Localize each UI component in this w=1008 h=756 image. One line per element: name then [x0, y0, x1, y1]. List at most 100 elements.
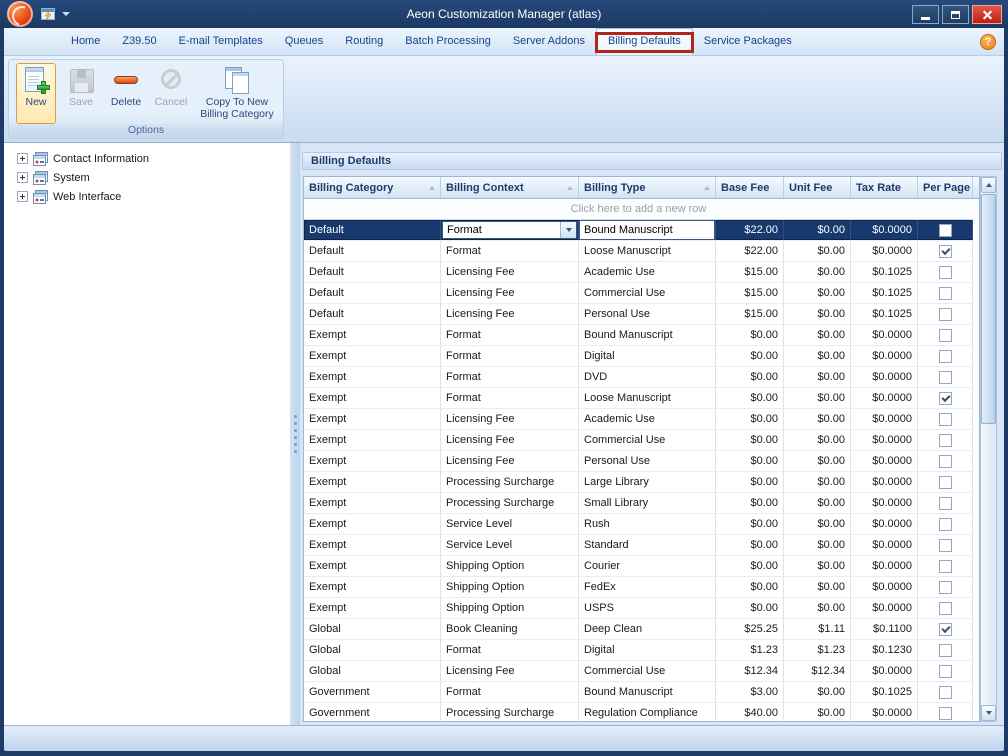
- cell-billing-context[interactable]: Licensing Fee: [441, 409, 579, 429]
- cell-billing-context[interactable]: Service Level: [441, 514, 579, 534]
- per-page-checkbox[interactable]: [939, 329, 952, 342]
- cell-billing-context[interactable]: Format: [441, 367, 579, 387]
- tab-home[interactable]: Home: [60, 28, 111, 55]
- per-page-checkbox[interactable]: [939, 623, 952, 636]
- cell-billing-category[interactable]: Government: [304, 703, 441, 722]
- cell-billing-type[interactable]: Personal Use: [579, 451, 716, 471]
- per-page-checkbox[interactable]: [939, 266, 952, 279]
- cell-billing-type[interactable]: FedEx: [579, 577, 716, 597]
- cell-tax-rate[interactable]: $0.0000: [851, 346, 918, 366]
- per-page-checkbox[interactable]: [939, 644, 952, 657]
- grid-add-new-row[interactable]: Click here to add a new row: [304, 199, 973, 220]
- cell-unit-fee[interactable]: $0.00: [784, 304, 851, 324]
- cell-billing-type[interactable]: Bound Manuscript: [579, 682, 716, 702]
- cell-billing-context[interactable]: Format: [441, 682, 579, 702]
- billing-context-combobox[interactable]: Format: [442, 221, 577, 239]
- per-page-checkbox[interactable]: [939, 350, 952, 363]
- qat-dropdown-icon[interactable]: [62, 12, 70, 16]
- cell-billing-category[interactable]: Default: [304, 220, 441, 240]
- cell-unit-fee[interactable]: $0.00: [784, 682, 851, 702]
- cell-billing-category[interactable]: Exempt: [304, 409, 441, 429]
- cell-billing-type[interactable]: Bound Manuscript: [579, 220, 716, 240]
- cell-unit-fee[interactable]: $0.00: [784, 367, 851, 387]
- vertical-scrollbar[interactable]: [980, 176, 997, 722]
- cell-billing-category[interactable]: Exempt: [304, 367, 441, 387]
- cell-billing-type[interactable]: DVD: [579, 367, 716, 387]
- cell-billing-category[interactable]: Default: [304, 283, 441, 303]
- table-row[interactable]: ExemptFormatDigital$0.00$0.00$0.0000: [304, 346, 973, 367]
- tree-item-web-interface[interactable]: Web Interface: [4, 187, 290, 206]
- cell-tax-rate[interactable]: $0.0000: [851, 535, 918, 555]
- cell-base-fee[interactable]: $0.00: [716, 346, 784, 366]
- table-row[interactable]: DefaultFormatBound Manuscript$22.00$0.00…: [304, 220, 973, 241]
- cell-billing-category[interactable]: Exempt: [304, 535, 441, 555]
- cell-tax-rate[interactable]: $0.0000: [851, 472, 918, 492]
- cell-billing-context[interactable]: Format: [441, 346, 579, 366]
- tab-service-packages[interactable]: Service Packages: [693, 28, 803, 55]
- cell-base-fee[interactable]: $0.00: [716, 367, 784, 387]
- cell-tax-rate[interactable]: $0.0000: [851, 493, 918, 513]
- column-header-unit-fee[interactable]: Unit Fee: [784, 177, 851, 198]
- table-row[interactable]: GovernmentProcessing SurchargeRegulation…: [304, 703, 973, 722]
- table-row[interactable]: GlobalFormatDigital$1.23$1.23$0.1230: [304, 640, 973, 661]
- cell-billing-type[interactable]: Loose Manuscript: [579, 241, 716, 261]
- cell-billing-category[interactable]: Exempt: [304, 493, 441, 513]
- cell-billing-context[interactable]: Format: [441, 640, 579, 660]
- new-button[interactable]: New: [16, 63, 56, 124]
- cell-per-page[interactable]: [918, 409, 973, 429]
- copy-to-new-billing-category-button[interactable]: Copy To New Billing Category: [196, 63, 278, 124]
- per-page-checkbox[interactable]: [939, 665, 952, 678]
- cell-per-page[interactable]: [918, 346, 973, 366]
- cell-base-fee[interactable]: $0.00: [716, 430, 784, 450]
- expand-plus-icon[interactable]: [17, 172, 28, 183]
- cell-base-fee[interactable]: $3.00: [716, 682, 784, 702]
- cell-billing-type[interactable]: Regulation Compliance: [579, 703, 716, 722]
- cell-unit-fee[interactable]: $0.00: [784, 241, 851, 261]
- cell-per-page[interactable]: [918, 367, 973, 387]
- cell-per-page[interactable]: [918, 535, 973, 555]
- per-page-checkbox[interactable]: [939, 476, 952, 489]
- cell-billing-type[interactable]: Personal Use: [579, 304, 716, 324]
- cell-billing-type[interactable]: Digital: [579, 346, 716, 366]
- cell-per-page[interactable]: [918, 493, 973, 513]
- tab-z39-50[interactable]: Z39.50: [111, 28, 167, 55]
- scrollbar-thumb[interactable]: [981, 194, 996, 424]
- cell-unit-fee[interactable]: $0.00: [784, 556, 851, 576]
- cell-billing-category[interactable]: Exempt: [304, 514, 441, 534]
- cell-billing-category[interactable]: Default: [304, 241, 441, 261]
- cell-unit-fee[interactable]: $0.00: [784, 577, 851, 597]
- cell-base-fee[interactable]: $15.00: [716, 304, 784, 324]
- table-row[interactable]: ExemptFormatBound Manuscript$0.00$0.00$0…: [304, 325, 973, 346]
- column-header-billing-category[interactable]: Billing Category: [304, 177, 441, 198]
- scroll-down-button[interactable]: [981, 705, 996, 721]
- cell-unit-fee[interactable]: $0.00: [784, 262, 851, 282]
- save-button[interactable]: Save: [61, 63, 101, 124]
- column-header-billing-type[interactable]: Billing Type: [579, 177, 716, 198]
- cell-base-fee[interactable]: $0.00: [716, 493, 784, 513]
- cell-per-page[interactable]: [918, 304, 973, 324]
- cell-billing-category[interactable]: Exempt: [304, 451, 441, 471]
- cell-billing-type[interactable]: Bound Manuscript: [579, 325, 716, 345]
- cell-per-page[interactable]: [918, 661, 973, 681]
- cell-unit-fee[interactable]: $0.00: [784, 703, 851, 722]
- table-row[interactable]: ExemptLicensing FeeCommercial Use$0.00$0…: [304, 430, 973, 451]
- cell-billing-category[interactable]: Government: [304, 682, 441, 702]
- cell-billing-context[interactable]: Format: [441, 220, 579, 240]
- cell-billing-context[interactable]: Licensing Fee: [441, 283, 579, 303]
- cell-tax-rate[interactable]: $0.0000: [851, 661, 918, 681]
- cell-billing-category[interactable]: Exempt: [304, 430, 441, 450]
- cell-per-page[interactable]: [918, 598, 973, 618]
- per-page-checkbox[interactable]: [939, 308, 952, 321]
- cell-billing-context[interactable]: Licensing Fee: [441, 304, 579, 324]
- cell-billing-context[interactable]: Service Level: [441, 535, 579, 555]
- cell-billing-category[interactable]: Exempt: [304, 325, 441, 345]
- maximize-button[interactable]: [942, 5, 969, 24]
- cell-per-page[interactable]: [918, 556, 973, 576]
- cell-per-page[interactable]: [918, 682, 973, 702]
- cell-billing-category[interactable]: Global: [304, 619, 441, 639]
- per-page-checkbox[interactable]: [939, 224, 952, 237]
- cell-tax-rate[interactable]: $0.0000: [851, 409, 918, 429]
- cell-base-fee[interactable]: $40.00: [716, 703, 784, 722]
- cell-unit-fee[interactable]: $0.00: [784, 388, 851, 408]
- cell-tax-rate[interactable]: $0.0000: [851, 514, 918, 534]
